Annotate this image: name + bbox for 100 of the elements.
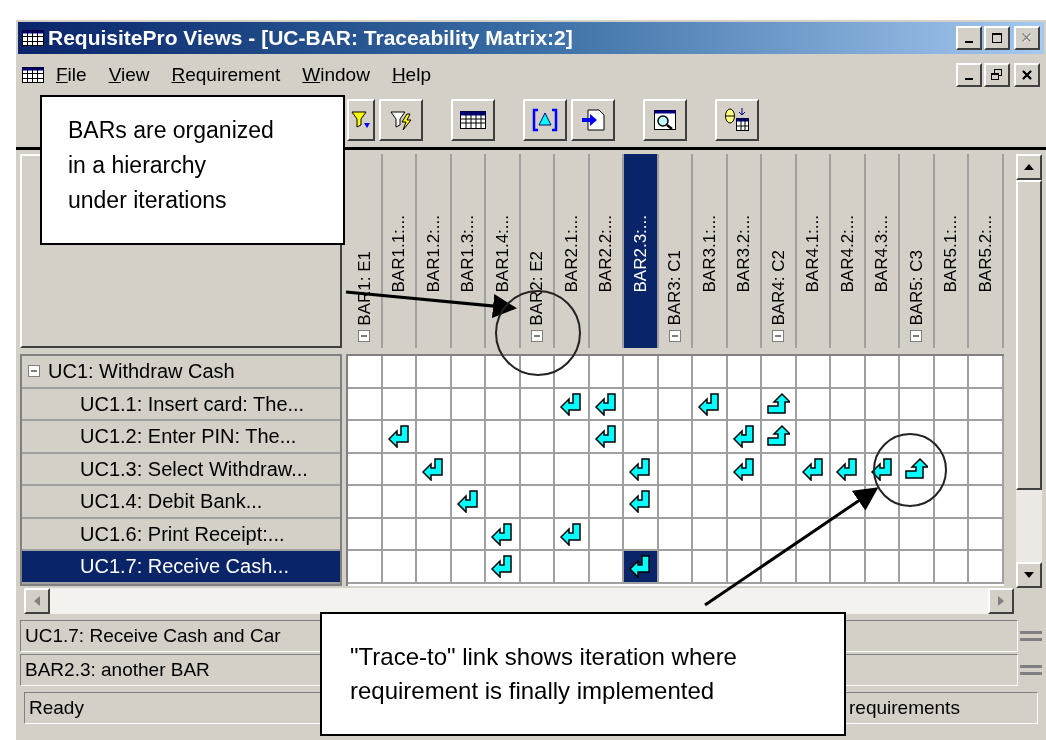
matrix-cell[interactable]	[969, 356, 1004, 389]
matrix-cell[interactable]	[555, 486, 590, 519]
matrix-cell[interactable]	[589, 486, 624, 519]
matrix-cell[interactable]	[693, 388, 728, 421]
column-header[interactable]: BAR5: C3	[900, 154, 935, 348]
matrix-cell[interactable]	[969, 518, 1004, 551]
column-header[interactable]: BAR1.4:...	[486, 154, 521, 348]
matrix-cell[interactable]	[762, 388, 797, 421]
matrix-cell[interactable]	[831, 421, 866, 454]
matrix-cell[interactable]	[969, 388, 1004, 421]
matrix-cell[interactable]	[831, 388, 866, 421]
matrix-cell[interactable]	[348, 518, 383, 551]
zoom-doc-button[interactable]	[643, 98, 687, 141]
column-header[interactable]: BAR3: C1	[658, 154, 693, 348]
matrix-cell[interactable]	[589, 551, 624, 584]
matrix-cell[interactable]	[900, 518, 935, 551]
matrix-cell[interactable]	[555, 356, 590, 389]
matrix-cell[interactable]	[348, 356, 383, 389]
matrix-cell[interactable]	[417, 518, 452, 551]
matrix-cell[interactable]	[693, 551, 728, 584]
scroll-down-button[interactable]	[1016, 562, 1042, 588]
column-header[interactable]: BAR2.3:...	[624, 154, 659, 348]
matrix-cell[interactable]	[865, 551, 900, 584]
matrix-cell[interactable]	[486, 453, 521, 486]
matrix-cell[interactable]	[727, 356, 762, 389]
matrix-cell[interactable]	[417, 453, 452, 486]
scroll-up-button[interactable]	[1016, 154, 1042, 180]
table-button[interactable]	[451, 98, 495, 141]
matrix-cell[interactable]	[762, 421, 797, 454]
matrix-cell[interactable]	[624, 453, 659, 486]
menu-item[interactable]: Window	[292, 60, 380, 90]
column-header[interactable]: BAR1.3:...	[451, 154, 486, 348]
bracket-triangle-button[interactable]	[523, 98, 567, 141]
matrix-cell[interactable]	[589, 421, 624, 454]
column-header[interactable]: BAR5.1:...	[934, 154, 969, 348]
menu-item[interactable]: Help	[381, 60, 441, 90]
matrix-cell[interactable]	[382, 421, 417, 454]
column-header[interactable]: BAR3.2:...	[727, 154, 762, 348]
column-header[interactable]: BAR4.2:...	[831, 154, 866, 348]
splitter-grip-icon[interactable]	[1020, 629, 1042, 643]
matrix-cell[interactable]	[624, 421, 659, 454]
matrix-cell[interactable]	[486, 518, 521, 551]
splitter-grip-icon[interactable]	[1020, 663, 1042, 677]
matrix-cell[interactable]	[900, 486, 935, 519]
matrix-cell[interactable]	[934, 356, 969, 389]
collapse-icon[interactable]	[28, 365, 40, 378]
matrix-cell[interactable]	[451, 356, 486, 389]
matrix-cell[interactable]	[969, 486, 1004, 519]
matrix-cell[interactable]	[727, 421, 762, 454]
matrix-cell[interactable]	[693, 518, 728, 551]
collapse-icon[interactable]	[910, 330, 923, 342]
matrix-cell[interactable]	[969, 453, 1004, 486]
matrix-cell[interactable]	[900, 453, 935, 486]
matrix-cell[interactable]	[486, 551, 521, 584]
matrix-cell[interactable]	[417, 388, 452, 421]
filter-lightning-button[interactable]	[379, 98, 423, 141]
matrix-cell[interactable]	[693, 356, 728, 389]
column-header[interactable]: BAR4: C2	[762, 154, 797, 348]
matrix-cell[interactable]	[451, 421, 486, 454]
matrix-cell[interactable]	[727, 486, 762, 519]
matrix-cell[interactable]	[451, 551, 486, 584]
matrix-cell[interactable]	[417, 551, 452, 584]
matrix-cell[interactable]	[555, 551, 590, 584]
matrix-cell[interactable]	[934, 421, 969, 454]
theta-table-button[interactable]	[715, 98, 759, 141]
matrix-cell[interactable]	[624, 518, 659, 551]
maximize-button[interactable]	[984, 26, 1010, 50]
menu-item[interactable]: File	[46, 60, 97, 90]
filter-arrow-button[interactable]	[347, 98, 375, 141]
matrix-cell[interactable]	[969, 551, 1004, 584]
matrix-cell[interactable]	[589, 356, 624, 389]
matrix-cell[interactable]	[762, 486, 797, 519]
matrix-cell[interactable]	[969, 421, 1004, 454]
column-header[interactable]: BAR4.3:...	[865, 154, 900, 348]
matrix-cell[interactable]	[624, 356, 659, 389]
matrix-cell[interactable]	[451, 486, 486, 519]
matrix-cell[interactable]	[658, 421, 693, 454]
matrix-cell[interactable]	[520, 551, 555, 584]
matrix-cell[interactable]	[762, 518, 797, 551]
matrix-cell[interactable]	[934, 486, 969, 519]
matrix-cell[interactable]	[555, 453, 590, 486]
matrix-cell[interactable]	[382, 486, 417, 519]
matrix-cell[interactable]	[486, 388, 521, 421]
matrix-cell[interactable]	[486, 421, 521, 454]
document-restore-button[interactable]	[984, 63, 1010, 87]
matrix-cell[interactable]	[417, 421, 452, 454]
matrix-cell[interactable]	[348, 486, 383, 519]
matrix-cell[interactable]	[486, 486, 521, 519]
collapse-icon[interactable]	[530, 330, 543, 342]
menu-item[interactable]: Requirement	[161, 60, 291, 90]
matrix-cell[interactable]	[658, 356, 693, 389]
column-header[interactable]: BAR2: E2	[520, 154, 555, 348]
matrix-cell[interactable]	[831, 453, 866, 486]
matrix-cell[interactable]	[417, 486, 452, 519]
matrix-cell[interactable]	[762, 453, 797, 486]
document-close-button[interactable]	[1014, 63, 1040, 87]
matrix-cell[interactable]	[831, 518, 866, 551]
minimize-button[interactable]	[956, 26, 982, 50]
collapse-icon[interactable]	[772, 330, 785, 342]
column-header[interactable]: BAR4.1:...	[796, 154, 831, 348]
